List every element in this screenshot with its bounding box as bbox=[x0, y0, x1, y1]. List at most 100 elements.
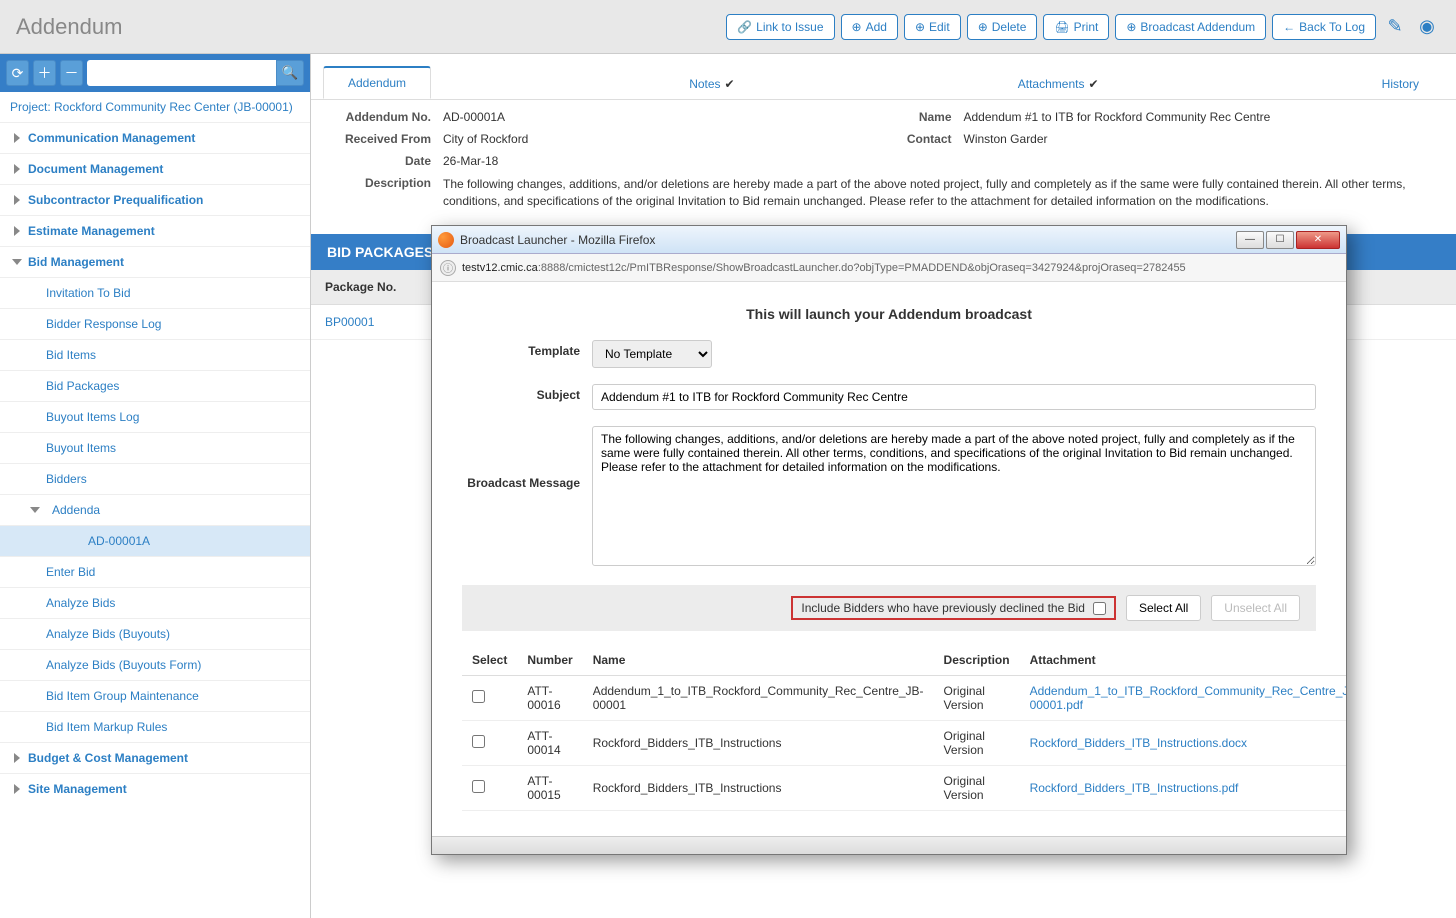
broadcast-addendum-button[interactable]: ⊕ Broadcast Addendum bbox=[1115, 14, 1266, 40]
nav-bid-items[interactable]: Bid Items bbox=[0, 339, 310, 370]
unselect-all-button[interactable]: Unselect All bbox=[1211, 595, 1300, 621]
caret-icon bbox=[14, 133, 20, 143]
user-icon[interactable]: ◉ bbox=[1414, 14, 1440, 40]
include-declined-bidders[interactable]: Include Bidders who have previously decl… bbox=[791, 596, 1116, 620]
window-titlebar[interactable]: Broadcast Launcher - Mozilla Firefox — ☐… bbox=[432, 226, 1346, 254]
nav-label: Invitation To Bid bbox=[46, 286, 131, 300]
cell-name: Rockford_Bidders_ITB_Instructions bbox=[583, 721, 934, 766]
nav-estimate-management[interactable]: Estimate Management bbox=[0, 215, 310, 246]
nav-document-management[interactable]: Document Management bbox=[0, 153, 310, 184]
edit-note-icon[interactable]: ✎ bbox=[1382, 14, 1408, 40]
nav-label: Bid Packages bbox=[46, 379, 119, 393]
label-received-from: Received From bbox=[331, 132, 443, 146]
firefox-icon bbox=[438, 232, 454, 248]
nav-analyze-bids[interactable]: Analyze Bids bbox=[0, 587, 310, 618]
delete-button[interactable]: ⊕Delete bbox=[967, 14, 1038, 40]
attachment-link[interactable]: Rockford_Bidders_ITB_Instructions.pdf bbox=[1030, 781, 1239, 795]
nav-bid-management[interactable]: Bid Management bbox=[0, 246, 310, 277]
nav-bidder-response-log[interactable]: Bidder Response Log bbox=[0, 308, 310, 339]
broadcast-launcher-window: Broadcast Launcher - Mozilla Firefox — ☐… bbox=[431, 225, 1347, 855]
nav-analyze-bids-buyouts-form[interactable]: Analyze Bids (Buyouts Form) bbox=[0, 649, 310, 680]
row-checkbox[interactable] bbox=[472, 690, 485, 703]
caret-icon bbox=[14, 753, 20, 763]
tab-attachments[interactable]: Attachments✔ bbox=[993, 68, 1124, 99]
nav-subcontractor-prequalification[interactable]: Subcontractor Prequalification bbox=[0, 184, 310, 215]
page-title: Addendum bbox=[16, 14, 122, 40]
sidebar: ⟳ ＋ － 🔍 Project: Rockford Community Rec … bbox=[0, 54, 311, 918]
nav-communication-management[interactable]: Communication Management bbox=[0, 122, 310, 153]
subject-input[interactable] bbox=[592, 384, 1316, 410]
col-description: Description bbox=[934, 645, 1020, 676]
top-header: Addendum 🔗Link to Issue ⊕Add ⊕Edit ⊕Dele… bbox=[0, 0, 1456, 54]
nav-bidders[interactable]: Bidders bbox=[0, 463, 310, 494]
search-icon[interactable]: 🔍 bbox=[276, 60, 304, 86]
back-to-log-button[interactable]: ←Back To Log bbox=[1272, 14, 1376, 40]
tab-notes[interactable]: Notes ✔ bbox=[664, 68, 759, 99]
col-attachment: Attachment bbox=[1020, 645, 1346, 676]
url-host: testv12.cmic.ca bbox=[462, 262, 538, 274]
caret-icon bbox=[30, 507, 40, 513]
select-all-button[interactable]: Select All bbox=[1126, 595, 1201, 621]
sidebar-search-input[interactable] bbox=[87, 60, 276, 86]
tab-history[interactable]: History bbox=[1357, 68, 1444, 99]
sidebar-toolbar: ⟳ ＋ － 🔍 bbox=[0, 54, 310, 92]
col-number: Number bbox=[517, 645, 582, 676]
attachment-link[interactable]: Addendum_1_to_ITB_Rockford_Community_Rec… bbox=[1030, 684, 1346, 712]
nav-enter-bid[interactable]: Enter Bid bbox=[0, 556, 310, 587]
url-bar[interactable]: ⓘ testv12.cmic.ca:8888/cmictest12c/PmITB… bbox=[432, 254, 1346, 282]
row-checkbox[interactable] bbox=[472, 735, 485, 748]
maximize-button[interactable]: ☐ bbox=[1266, 231, 1294, 249]
attachment-link[interactable]: Rockford_Bidders_ITB_Instructions.docx bbox=[1030, 736, 1247, 750]
include-declined-checkbox[interactable] bbox=[1093, 602, 1106, 615]
arrow-left-icon: ← bbox=[1283, 20, 1295, 34]
close-button[interactable]: ✕ bbox=[1296, 231, 1340, 249]
edit-button[interactable]: ⊕Edit bbox=[904, 14, 961, 40]
nav-addendum-ad-00001a[interactable]: AD-00001A bbox=[0, 525, 310, 556]
value-contact: Winston Garder bbox=[964, 132, 1437, 146]
plus-circle-icon: ⊕ bbox=[852, 20, 862, 34]
nav-buyout-items[interactable]: Buyout Items bbox=[0, 432, 310, 463]
broadcast-label: Broadcast Addendum bbox=[1140, 20, 1255, 34]
caret-icon bbox=[14, 164, 20, 174]
include-bar: Include Bidders who have previously decl… bbox=[462, 585, 1316, 631]
tab-addendum[interactable]: Addendum bbox=[323, 66, 431, 99]
label-subject: Subject bbox=[462, 384, 592, 402]
link-to-issue-button[interactable]: 🔗Link to Issue bbox=[726, 14, 834, 40]
nav-label: Analyze Bids bbox=[46, 596, 115, 610]
label-contact: Contact bbox=[884, 132, 964, 146]
add-button[interactable]: ⊕Add bbox=[841, 14, 898, 40]
print-button[interactable]: 🖨Print bbox=[1043, 14, 1109, 40]
cell-description: Original Version bbox=[934, 721, 1020, 766]
nav-label: Communication Management bbox=[28, 131, 195, 145]
check-icon: ✔ bbox=[725, 77, 735, 91]
nav-addenda[interactable]: Addenda bbox=[0, 494, 310, 525]
label-broadcast-message: Broadcast Message bbox=[462, 426, 592, 490]
nav-label: AD-00001A bbox=[88, 534, 150, 548]
modal-body: This will launch your Addendum broadcast… bbox=[432, 282, 1346, 836]
nav-budget-cost-management[interactable]: Budget & Cost Management bbox=[0, 742, 310, 773]
template-select[interactable]: No Template bbox=[592, 340, 712, 368]
tab-label: Notes bbox=[689, 77, 720, 91]
expand-icon[interactable]: ＋ bbox=[33, 60, 56, 86]
collapse-icon[interactable]: － bbox=[60, 60, 83, 86]
plus-circle-icon: ⊕ bbox=[1126, 20, 1136, 34]
value-date: 26-Mar-18 bbox=[443, 154, 1436, 168]
minimize-button[interactable]: — bbox=[1236, 231, 1264, 249]
nav-buyout-items-log[interactable]: Buyout Items Log bbox=[0, 401, 310, 432]
nav-invitation-to-bid[interactable]: Invitation To Bid bbox=[0, 277, 310, 308]
project-label[interactable]: Project: Rockford Community Rec Center (… bbox=[0, 92, 310, 122]
refresh-icon[interactable]: ⟳ bbox=[6, 60, 29, 86]
broadcast-message-textarea[interactable] bbox=[592, 426, 1316, 566]
globe-icon: ⓘ bbox=[440, 260, 456, 276]
nav-bid-item-group-maintenance[interactable]: Bid Item Group Maintenance bbox=[0, 680, 310, 711]
row-checkbox[interactable] bbox=[472, 780, 485, 793]
nav-site-management[interactable]: Site Management bbox=[0, 773, 310, 804]
nav-label: Addenda bbox=[52, 503, 100, 517]
nav-bid-item-markup-rules[interactable]: Bid Item Markup Rules bbox=[0, 711, 310, 742]
nav-label: Budget & Cost Management bbox=[28, 751, 188, 765]
nav-bid-packages[interactable]: Bid Packages bbox=[0, 370, 310, 401]
nav-analyze-bids-buyouts[interactable]: Analyze Bids (Buyouts) bbox=[0, 618, 310, 649]
url-path: :8888/cmictest12c/PmITBResponse/ShowBroa… bbox=[538, 262, 1186, 274]
tabs: Addendum Notes ✔ Attachments✔ History bbox=[311, 64, 1456, 100]
window-resize-grip[interactable] bbox=[432, 836, 1346, 854]
